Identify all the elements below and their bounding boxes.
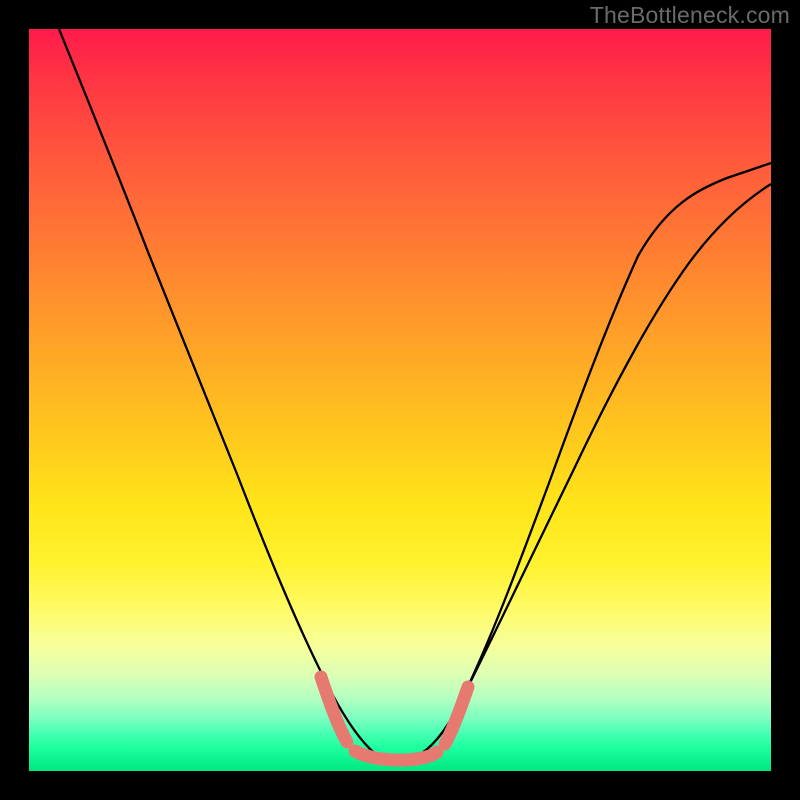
optimal-range-marker (321, 677, 468, 760)
bottleneck-curve (59, 29, 771, 761)
watermark-text: TheBottleneck.com (590, 2, 790, 29)
bottleneck-curve-actual-right (459, 184, 771, 705)
plot-area (29, 29, 771, 771)
chart-frame: TheBottleneck.com (0, 0, 800, 800)
curve-layer (29, 29, 771, 771)
